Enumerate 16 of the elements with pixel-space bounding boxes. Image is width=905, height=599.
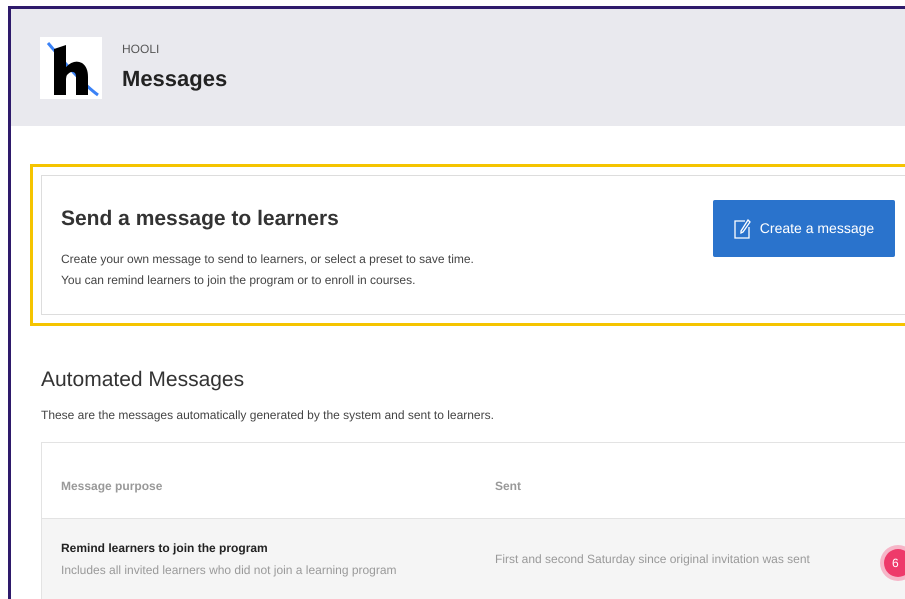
card-title: Send a message to learners [61,206,340,232]
org-name: HOOLI [122,41,160,58]
logo-icon [40,36,102,98]
pencil-icon [734,218,752,238]
row-title: Remind learners to join the program [61,540,269,556]
section-description: These are the messages automatically generated by the system and sent to learners. [41,406,495,424]
table-cell-text: First and second Saturday since original invitation was sent [495,550,810,568]
create-message-button[interactable]: Create a message [713,200,895,257]
card-description: Create your own message to send to learners, or select a preset to save time. [61,250,474,268]
column-header: Message purpose [60,478,164,494]
page-title: Messages [122,65,228,93]
notification-badge: 6 [884,549,905,577]
row-subtitle: Includes all invited learners who did not join a learning program [61,562,398,578]
section-title: Automated Messages [41,367,246,393]
card-description: You can remind learners to join the program or to enroll in courses. [61,272,416,288]
column-header: Sent [495,478,522,494]
